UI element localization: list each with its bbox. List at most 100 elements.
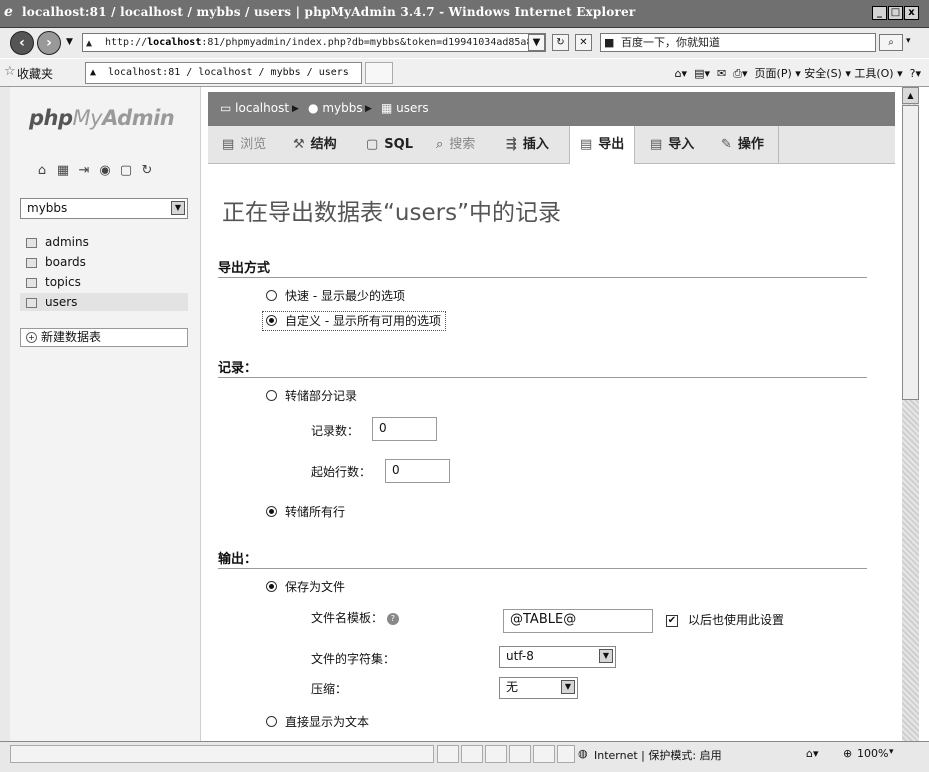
address-dropdown-icon[interactable]: ▼ [528, 34, 545, 51]
radio-as-text[interactable] [266, 716, 277, 727]
sidebar-table-topics[interactable]: topics [26, 273, 194, 291]
home-icon[interactable]: ⌂▾ [675, 67, 688, 80]
remember-template-option[interactable]: ✔ 以后也使用此设置 [666, 612, 784, 628]
sidebar-table-boards[interactable]: boards [26, 253, 194, 271]
row-count-input[interactable]: 0 [372, 417, 437, 441]
help-icon[interactable]: ? [386, 612, 399, 625]
radio-quick[interactable] [266, 290, 277, 301]
tab-label: 搜索 [449, 137, 476, 152]
tab-export[interactable]: ▤ 导出 [569, 126, 636, 164]
option-custom-export[interactable]: 自定义 - 显示所有可用的选项 [262, 311, 446, 331]
chevron-down-icon[interactable]: ▼ [599, 649, 613, 663]
docs-icon[interactable]: ◉ [98, 164, 112, 178]
tab-sql[interactable]: ▢ SQL [366, 126, 413, 163]
address-bar[interactable]: ▲ http://localhost:81/phpmyadmin/index.p… [82, 33, 546, 52]
forward-button[interactable]: › [37, 31, 61, 55]
compression-label: 压缩： [311, 682, 348, 696]
close-window-button[interactable]: x [904, 6, 919, 20]
tab-browse[interactable]: ▤ 浏览 [222, 126, 266, 163]
breadcrumb-table-label: users [396, 101, 429, 115]
zoom-level[interactable]: 100% [857, 747, 888, 760]
tab-import[interactable]: ▤ 导入 [650, 126, 694, 163]
phpmyadmin-logo[interactable]: phpMyAdmin [29, 106, 175, 130]
status-bar: ◍ Internet | 保护模式: 启用 ⌂▾ ⊕ 100% ▾ [0, 741, 929, 772]
command-menus[interactable]: 页面(P) ▾ 安全(S) ▾ 工具(O) ▾ [755, 67, 903, 80]
logo-my: My [72, 106, 103, 130]
stop-icon[interactable]: ✕ [575, 34, 592, 51]
radio-some-rows[interactable] [266, 390, 277, 401]
tab-label: 浏览 [240, 137, 267, 152]
tab-operations[interactable]: ✎ 操作 [721, 126, 764, 163]
option-save-file[interactable]: 保存为文件 [266, 579, 345, 595]
search-icon[interactable]: ⌕ [879, 34, 903, 51]
feeds-icon[interactable]: ▤▾ [694, 67, 710, 80]
history-dropdown-icon[interactable]: ▼ [66, 37, 73, 47]
option-dump-some-rows[interactable]: 转储部分记录 [266, 388, 357, 404]
new-table-label: 新建数据表 [41, 330, 102, 344]
table-icon [26, 277, 37, 288]
tab-structure[interactable]: ⚒ 结构 [293, 126, 337, 163]
tab-label: 操作 [737, 137, 764, 152]
sql-docs-icon[interactable]: ▢ [119, 164, 133, 178]
sidebar-table-admins[interactable]: admins [26, 233, 194, 251]
browser-tab[interactable]: ▲ localhost:81 / localhost / mybbs / use… [85, 62, 362, 98]
command-bar: ⌂▾ ▤▾ ✉ ⎙▾ 页面(P) ▾ 安全(S) ▾ 工具(O) ▾ ?▾ [675, 65, 921, 81]
scroll-up-icon[interactable]: ▲ [902, 87, 919, 104]
sidebar-table-label: boards [45, 255, 86, 269]
favorites-button[interactable]: 收藏夹 [17, 65, 53, 82]
radio-custom[interactable] [266, 315, 277, 326]
tab-label: 结构 [310, 137, 337, 152]
vertical-scrollbar[interactable]: ▲ [902, 87, 919, 741]
radio-save-file[interactable] [266, 581, 277, 592]
minimize-button[interactable]: _ [872, 6, 887, 20]
refresh-icon[interactable]: ↻ [552, 34, 569, 51]
internet-zone-icon: ◍ [578, 747, 588, 760]
back-button[interactable]: ‹ [10, 31, 34, 55]
sql-query-icon[interactable]: ▦ [56, 164, 70, 178]
start-row-input[interactable]: 0 [385, 459, 450, 483]
chevron-down-icon[interactable]: ▼ [171, 201, 185, 215]
favorites-star-icon[interactable]: ☆ [4, 64, 16, 79]
section-rows: 记录： [218, 357, 867, 378]
radio-all-rows[interactable] [266, 506, 277, 517]
print-icon[interactable]: ⎙▾ [733, 67, 747, 80]
sidebar-table-label: topics [45, 275, 81, 289]
new-table-button[interactable]: + 新建数据表 [20, 328, 188, 347]
search-options-icon[interactable]: ▾ [906, 36, 911, 46]
remember-template-checkbox[interactable]: ✔ [666, 614, 678, 627]
home-icon[interactable]: ⌂ [35, 164, 49, 178]
window-titlebar: e localhost:81 / localhost / mybbs / use… [0, 0, 929, 28]
help-icon[interactable]: ?▾ [910, 67, 921, 80]
option-dump-all-rows[interactable]: 转储所有行 [266, 504, 345, 520]
filename-template-input[interactable]: @TABLE@ [503, 609, 653, 633]
reload-navigation-icon[interactable]: ↻ [140, 164, 154, 178]
breadcrumb-server[interactable]: ▭ localhost [220, 101, 289, 115]
zoom-dropdown-icon[interactable]: ▾ [889, 747, 894, 757]
maximize-button[interactable]: □ [888, 6, 903, 20]
start-row-label: 起始行数： [311, 465, 372, 479]
new-tab-button[interactable] [365, 62, 393, 84]
search-icon: ⌕ [436, 137, 444, 152]
security-zone-status[interactable]: Internet | 保护模式: 启用 [594, 747, 722, 763]
sidebar-table-users[interactable]: users [20, 293, 188, 311]
option-quick-export[interactable]: 快速 - 显示最少的选项 [266, 288, 405, 304]
search-input[interactable]: ■ 百度一下，你就知道 [600, 33, 876, 52]
tab-insert[interactable]: ⇶ 插入 [506, 126, 549, 163]
structure-icon: ⚒ [293, 137, 305, 152]
compression-select[interactable]: 无 ▼ [499, 677, 578, 699]
tab-favicon-icon: ▲ [90, 67, 97, 78]
tab-search[interactable]: ⌕ 搜索 [436, 126, 475, 163]
breadcrumb-database[interactable]: ● mybbs [308, 101, 363, 115]
breadcrumb-database-label: mybbs [322, 101, 363, 115]
database-select[interactable]: mybbs ▼ [20, 198, 188, 219]
option-show-as-text[interactable]: 直接显示为文本 [266, 714, 369, 730]
table-icon [26, 237, 37, 248]
chevron-down-icon[interactable]: ▼ [561, 680, 575, 694]
scroll-thumb[interactable] [902, 105, 919, 400]
protected-mode-icon[interactable]: ⌂▾ [806, 747, 819, 760]
option-as-text-label: 直接显示为文本 [285, 715, 370, 729]
mail-icon[interactable]: ✉ [717, 67, 726, 80]
logout-icon[interactable]: ⇥ [77, 164, 91, 178]
breadcrumb-table[interactable]: ▦ users [381, 101, 429, 115]
charset-select[interactable]: utf-8 ▼ [499, 646, 616, 668]
